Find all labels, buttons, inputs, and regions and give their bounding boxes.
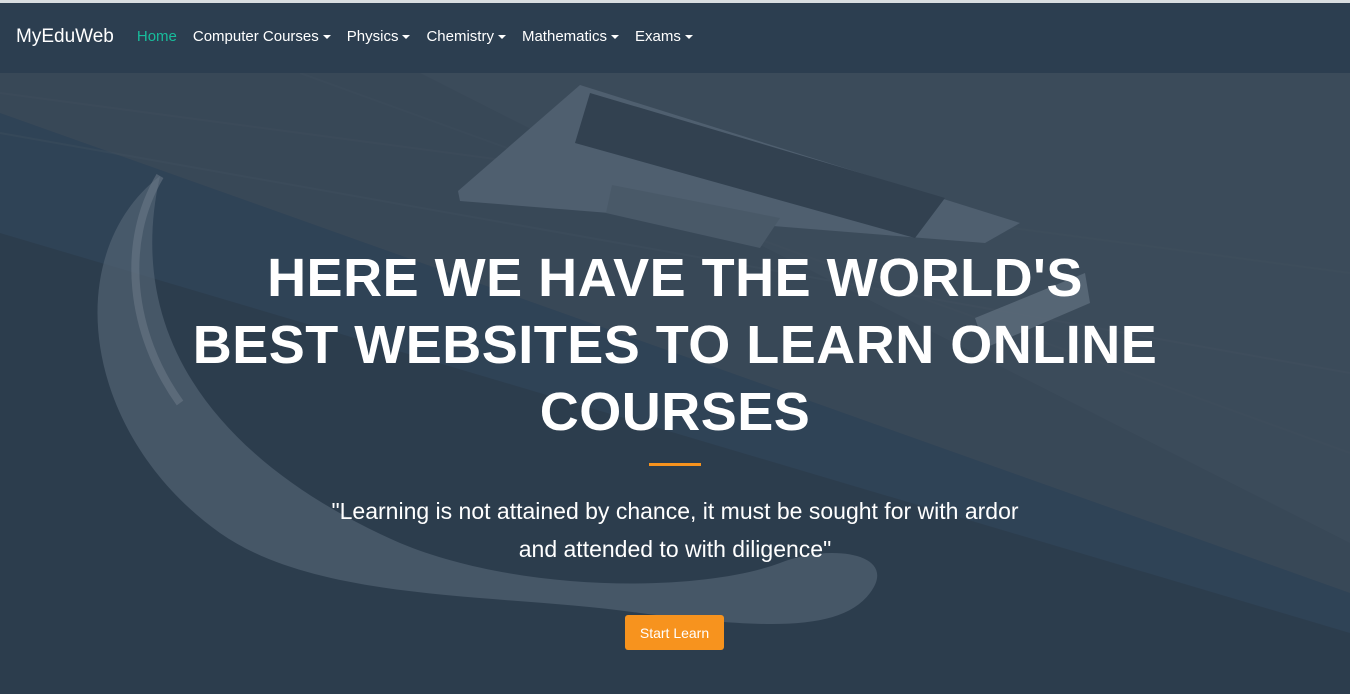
- nav-item-label: Chemistry: [426, 28, 494, 45]
- hero-heading-line3: COURSES: [539, 382, 811, 442]
- caret-down-icon: [322, 34, 331, 39]
- nav-item-label: Home: [136, 28, 177, 45]
- hero-heading-line1: HERE WE HAVE THE WORLD'S: [267, 248, 1083, 308]
- caret-down-icon: [684, 34, 693, 39]
- nav-item-exams[interactable]: Exams: [635, 28, 693, 45]
- nav-item-mathematics[interactable]: Mathematics: [522, 28, 619, 45]
- nav-item-label: Mathematics: [521, 28, 607, 45]
- hero-divider: [649, 463, 701, 466]
- main-nav: Home Computer Courses Physics Chemistry …: [137, 28, 709, 45]
- nav-item-computer-courses[interactable]: Computer Courses: [193, 28, 331, 45]
- nav-item-physics[interactable]: Physics: [347, 28, 411, 45]
- hero-quote-line2: and attended to with diligence": [518, 536, 832, 562]
- hero-heading-line2: BEST WEBSITES TO LEARN ONLINE: [192, 315, 1158, 375]
- hero-quote: "Learning is not attained by chance, it …: [295, 492, 1055, 568]
- nav-item-label: Computer Courses: [192, 28, 319, 45]
- brand-logo[interactable]: MyEduWeb: [16, 26, 114, 48]
- hero-heading: HERE WE HAVE THE WORLD'S BEST WEBSITES T…: [175, 245, 1175, 446]
- nav-item-label: Physics: [346, 28, 399, 45]
- top-navbar: MyEduWeb Home Computer Courses Physics C…: [0, 0, 1350, 73]
- hero-quote-line1: "Learning is not attained by chance, it …: [331, 498, 1019, 524]
- nav-item-label: Exams: [635, 28, 681, 45]
- caret-down-icon: [497, 34, 506, 39]
- nav-item-home[interactable]: Home: [137, 28, 177, 45]
- caret-down-icon: [402, 34, 411, 39]
- start-learn-button[interactable]: Start Learn: [625, 615, 724, 650]
- caret-down-icon: [611, 34, 619, 39]
- nav-item-chemistry[interactable]: Chemistry: [426, 28, 506, 45]
- hero-section: HERE WE HAVE THE WORLD'S BEST WEBSITES T…: [0, 73, 1350, 694]
